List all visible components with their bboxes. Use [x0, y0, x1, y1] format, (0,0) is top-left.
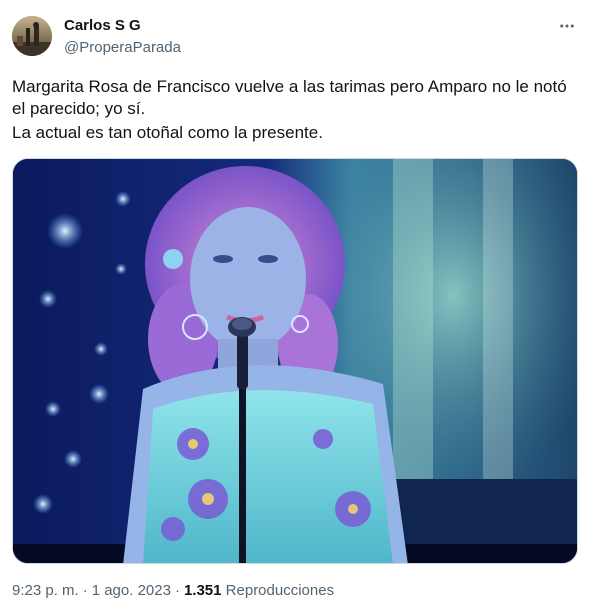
tweet-media-photo[interactable] — [12, 158, 578, 564]
tweet-text-line: Margarita Rosa de Francisco vuelve a las… — [12, 77, 567, 96]
author-display-name[interactable]: Carlos S G — [64, 16, 181, 36]
avatar-photo — [12, 16, 52, 56]
views-count: 1.351 — [183, 582, 222, 599]
meta-separator: · — [174, 582, 180, 599]
more-horizontal-icon — [560, 24, 574, 28]
author-handle[interactable]: @ProperaParada — [64, 38, 181, 58]
author-block: Carlos S G @ProperaParada — [64, 16, 181, 58]
avatar[interactable] — [12, 16, 52, 56]
tweet-text: Margarita Rosa de Francisco vuelve a las… — [12, 76, 582, 144]
views-label: Reproducciones — [225, 582, 335, 599]
concert-photo-image — [13, 159, 577, 563]
tweet-date-link[interactable]: 1 ago. 2023 — [92, 582, 171, 599]
tweet-card: Carlos S G @ProperaParada Margarita Rosa… — [0, 0, 592, 607]
tweet-time-link[interactable]: 9:23 p. m. — [12, 582, 79, 599]
tweet-text-line: el parecido; yo sí. — [12, 99, 146, 118]
tweet-metadata: 9:23 p. m. · 1 ago. 2023 · 1.351 Reproduccio… — [12, 581, 334, 601]
meta-separator: · — [82, 582, 88, 599]
more-options-button[interactable] — [552, 14, 582, 38]
tweet-text-line: La actual es tan otoñal como la presente… — [12, 123, 323, 142]
